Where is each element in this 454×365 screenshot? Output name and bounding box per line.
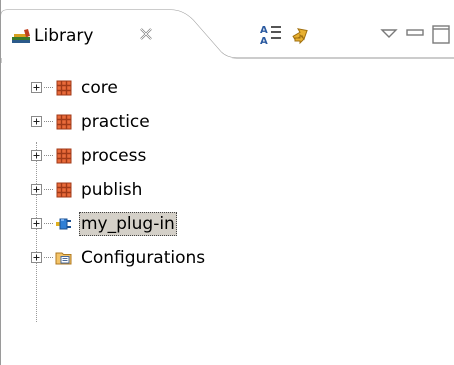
tree-item-label: publish	[81, 180, 143, 200]
tree-branch-dots	[44, 257, 53, 259]
tree-item-label: practice	[81, 112, 150, 132]
link-with-editor-icon[interactable]	[289, 22, 313, 46]
expand-icon[interactable]	[31, 150, 42, 161]
library-view: Library A A core practice process publis…	[0, 0, 454, 365]
tree-item-label: my_plug-in	[79, 212, 177, 236]
hierarchy-layout-icon[interactable]: A A	[259, 22, 283, 46]
close-icon[interactable]	[138, 26, 154, 42]
tree-branch-dots	[44, 155, 53, 157]
expand-icon[interactable]	[31, 116, 42, 127]
configuration-folder-icon	[55, 252, 72, 265]
package-icon	[56, 114, 72, 130]
tree-branch-dots	[44, 87, 53, 89]
tree-item-label: Configurations	[81, 248, 206, 268]
tree-item-label: core	[81, 78, 118, 98]
package-icon	[56, 80, 72, 96]
library-tree[interactable]: core practice process publish my_plug-in…	[1, 64, 454, 365]
svg-text:A: A	[260, 36, 268, 46]
package-icon	[56, 182, 72, 198]
maximize-icon[interactable]	[429, 22, 453, 46]
plugin-icon	[56, 218, 71, 230]
expand-icon[interactable]	[31, 82, 42, 93]
tree-item-label: process	[81, 146, 147, 166]
view-menu-icon[interactable]	[377, 22, 401, 46]
tab-library-label: Library	[34, 26, 94, 46]
expand-icon[interactable]	[31, 184, 42, 195]
view-tab-bar: Library A A	[1, 0, 454, 64]
minimize-icon[interactable]	[403, 22, 427, 46]
tree-branch-dots	[44, 223, 53, 225]
tree-connector-line	[36, 142, 38, 322]
library-books-icon	[12, 29, 30, 43]
svg-text:A: A	[260, 25, 268, 36]
expand-icon[interactable]	[31, 218, 42, 229]
expand-icon[interactable]	[31, 252, 42, 263]
tree-branch-dots	[44, 121, 53, 123]
tree-branch-dots	[44, 189, 53, 191]
package-icon	[56, 148, 72, 164]
